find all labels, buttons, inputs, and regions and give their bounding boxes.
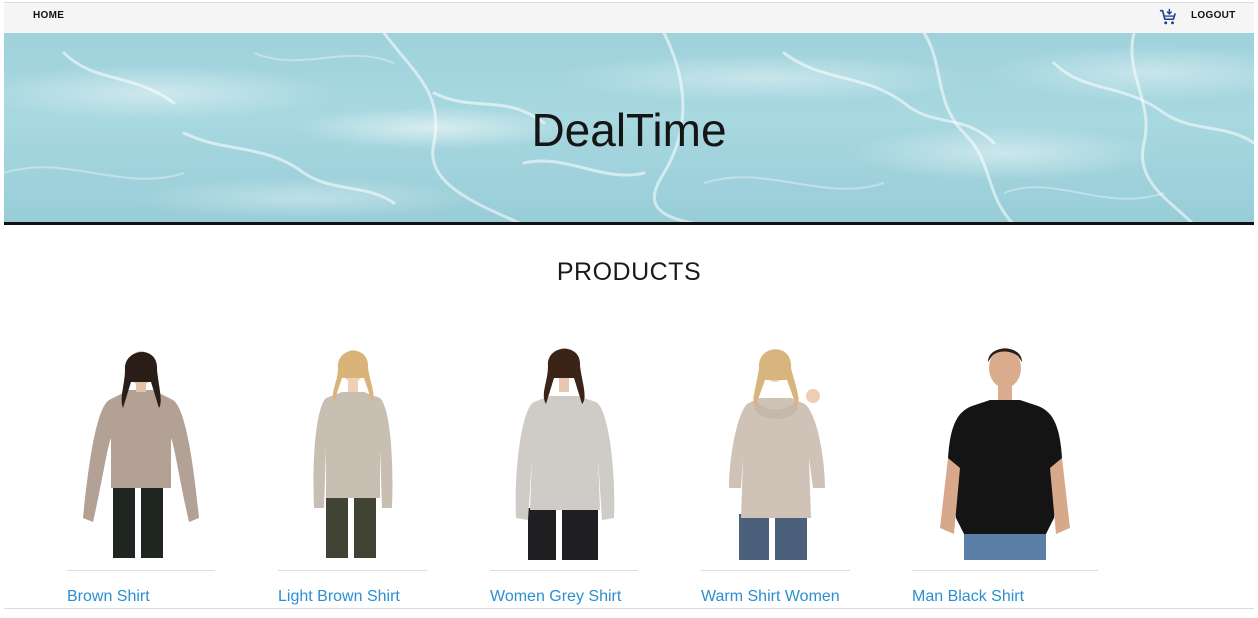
product-divider bbox=[912, 570, 1098, 571]
product-divider bbox=[701, 570, 850, 571]
hero-banner: DealTime bbox=[4, 33, 1254, 225]
top-nav: HOME LOGOUT bbox=[4, 2, 1254, 33]
product-name-link[interactable]: Light Brown Shirt bbox=[278, 588, 400, 606]
product-name-link[interactable]: Warm Shirt Women bbox=[701, 588, 840, 606]
product-image[interactable] bbox=[67, 338, 215, 560]
hero-title: DealTime bbox=[531, 104, 727, 156]
product-name-link[interactable]: Women Grey Shirt bbox=[490, 588, 621, 606]
nav-home-link[interactable]: HOME bbox=[33, 10, 64, 21]
product-divider bbox=[67, 570, 215, 571]
product-divider bbox=[490, 570, 638, 571]
shopping-cart-icon[interactable] bbox=[1159, 8, 1177, 26]
product-image[interactable] bbox=[278, 338, 427, 560]
product-name-link[interactable]: Man Black Shirt bbox=[912, 588, 1024, 606]
page-bottom-divider bbox=[4, 608, 1254, 609]
product-divider bbox=[278, 570, 427, 571]
product-image[interactable] bbox=[490, 338, 638, 560]
products-heading: PRODUCTS bbox=[556, 258, 702, 286]
product-name-link[interactable]: Brown Shirt bbox=[67, 588, 150, 606]
product-image[interactable] bbox=[701, 338, 850, 560]
nav-logout-link[interactable]: LOGOUT bbox=[1191, 10, 1236, 21]
product-image[interactable] bbox=[912, 338, 1098, 560]
